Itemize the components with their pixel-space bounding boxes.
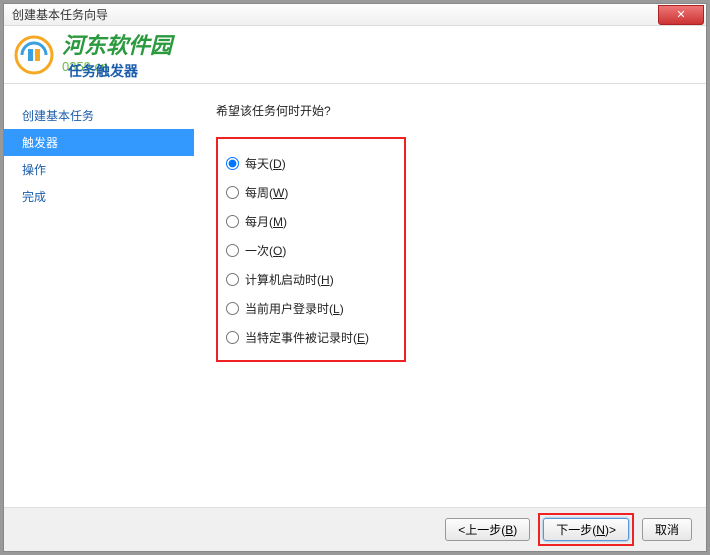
logo-icon [14, 35, 54, 75]
sidebar-item-action[interactable]: 操作 [4, 156, 194, 183]
radio-once[interactable] [226, 244, 239, 257]
next-button[interactable]: 下一步(N) > [543, 518, 629, 541]
radio-logon[interactable] [226, 302, 239, 315]
option-startup[interactable]: 计算机启动时(H) [222, 265, 404, 294]
next-highlight-box: 下一步(N) > [538, 513, 634, 546]
wizard-header: 河东软件园 0359.cn 任务触发器 [4, 26, 706, 84]
close-button[interactable]: ✕ [658, 5, 704, 25]
option-monthly[interactable]: 每月(M) [222, 207, 404, 236]
back-button[interactable]: <上一步(B) [445, 518, 530, 541]
wizard-footer: <上一步(B) 下一步(N) > 取消 [4, 507, 706, 551]
option-logon[interactable]: 当前用户登录时(L) [222, 294, 404, 323]
option-weekly[interactable]: 每周(W) [222, 178, 404, 207]
brand-name: 河东软件园 [62, 35, 172, 57]
radio-weekly[interactable] [226, 186, 239, 199]
radio-startup[interactable] [226, 273, 239, 286]
wizard-window: 创建基本任务向导 ✕ 河东软件园 0359.cn 任务触发器 创建基本任务 触发… [3, 3, 707, 552]
options-highlight-box: 每天(D) 每周(W) 每月(M) 一次(O) 计算机启动时(H) [216, 137, 406, 362]
radio-monthly[interactable] [226, 215, 239, 228]
sidebar-item-trigger[interactable]: 触发器 [4, 129, 194, 156]
cancel-button[interactable]: 取消 [642, 518, 692, 541]
sidebar: 创建基本任务 触发器 操作 完成 [4, 84, 194, 507]
trigger-question: 希望该任务何时开始? [216, 102, 706, 119]
close-icon: ✕ [676, 8, 685, 21]
titlebar: 创建基本任务向导 ✕ [4, 4, 706, 26]
window-title: 创建基本任务向导 [12, 6, 108, 23]
radio-daily[interactable] [226, 157, 239, 170]
option-once[interactable]: 一次(O) [222, 236, 404, 265]
header-subtitle: 任务触发器 [68, 61, 138, 81]
wizard-body: 创建基本任务 触发器 操作 完成 希望该任务何时开始? 每天(D) 每周(W) … [4, 84, 706, 507]
sidebar-item-create[interactable]: 创建基本任务 [4, 102, 194, 129]
sidebar-item-finish[interactable]: 完成 [4, 183, 194, 210]
option-event[interactable]: 当特定事件被记录时(E) [222, 323, 404, 352]
radio-event[interactable] [226, 331, 239, 344]
option-daily[interactable]: 每天(D) [222, 149, 404, 178]
content-area: 希望该任务何时开始? 每天(D) 每周(W) 每月(M) 一次(O) [194, 84, 706, 507]
